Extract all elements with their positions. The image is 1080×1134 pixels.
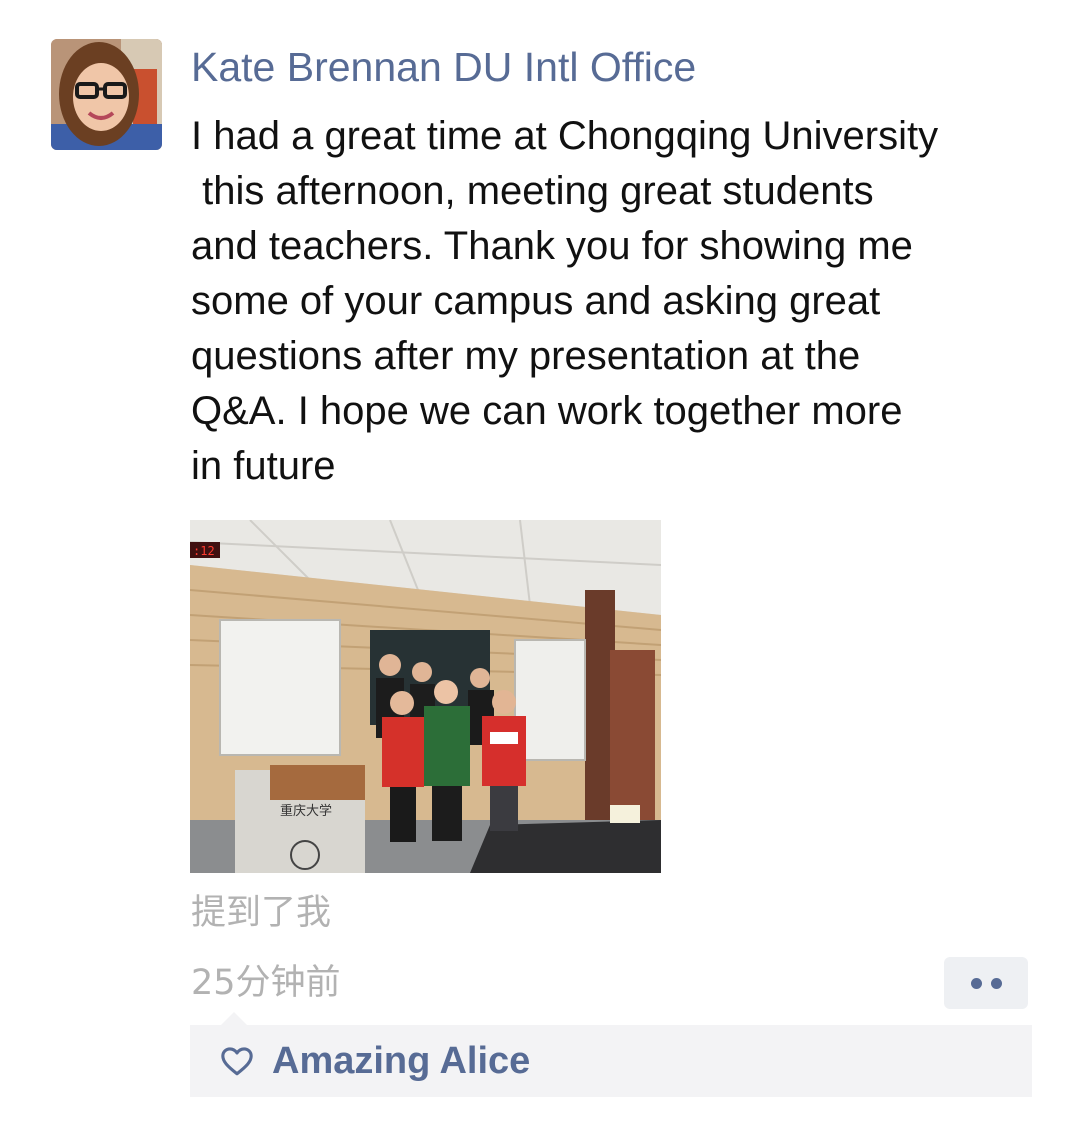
classroom-photo-illustration: :12 重庆大学 [190, 520, 661, 873]
avatar-image [51, 39, 162, 150]
photo-podium-text: 重庆大学 [280, 803, 332, 819]
likes-section: Amazing Alice [190, 1025, 1032, 1097]
post-text: I had a great time at Chongqing Universi… [191, 109, 1046, 494]
post-text-line: questions after my presentation at the [191, 334, 861, 378]
post-timestamp: 25分钟前 [191, 963, 341, 1003]
likes-pointer [220, 1012, 248, 1026]
author-name[interactable]: Kate Brennan DU Intl Office [191, 40, 696, 94]
post-text-line: some of your campus and asking great [191, 279, 881, 323]
liker-name[interactable]: Amazing Alice [272, 1040, 530, 1083]
mention-label: 提到了我 [191, 893, 332, 933]
heart-outline-icon [221, 1047, 253, 1076]
post-text-line: Q&A. I hope we can work together more [191, 389, 903, 433]
more-dots-icon [990, 977, 1002, 989]
photo-clock-text: :12 [193, 544, 215, 558]
avatar[interactable] [51, 39, 162, 150]
post-text-line: in future [191, 444, 336, 488]
more-dots-icon [970, 977, 982, 989]
post-photo[interactable]: :12 重庆大学 [190, 520, 661, 873]
post-text-line: and teachers. Thank you for showing me [191, 224, 913, 268]
post-text-line: I had a great time at Chongqing Universi… [191, 114, 939, 158]
post-text-line: this afternoon, meeting great students [191, 169, 874, 213]
more-actions-button[interactable] [944, 957, 1028, 1009]
